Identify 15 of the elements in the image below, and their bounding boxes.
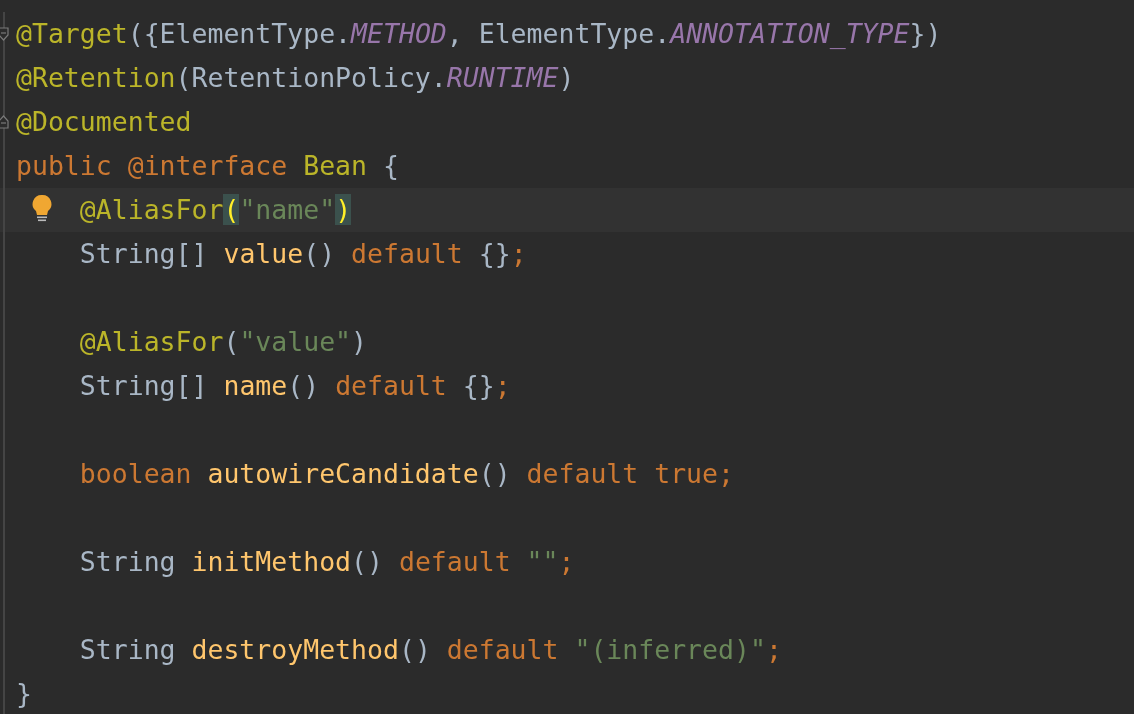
fold-marker-icon[interactable] xyxy=(0,27,9,41)
code-line: String initMethod() default ""; xyxy=(78,545,575,579)
code-line: @AliasFor("name") xyxy=(78,193,352,227)
code-line: String[] value() default {}; xyxy=(78,237,527,271)
fold-marker-icon[interactable] xyxy=(0,115,9,129)
code-line: String[] name() default {}; xyxy=(78,369,511,403)
code-line: } xyxy=(16,677,32,711)
code-line: boolean autowireCandidate() default true; xyxy=(78,457,734,491)
code-line: String destroyMethod() default "(inferred)"; xyxy=(78,633,782,667)
code-line: @Target({ElementType.METHOD, ElementType.ANNOTATION_TYPE}) xyxy=(16,17,942,51)
code-line: @AliasFor("value") xyxy=(78,325,368,359)
code-line: @Documented xyxy=(16,105,192,139)
code-line: @Retention(RetentionPolicy.RUNTIME) xyxy=(16,61,575,95)
lightbulb-icon[interactable] xyxy=(32,194,52,222)
code-line: public @interface Bean { xyxy=(16,149,399,183)
